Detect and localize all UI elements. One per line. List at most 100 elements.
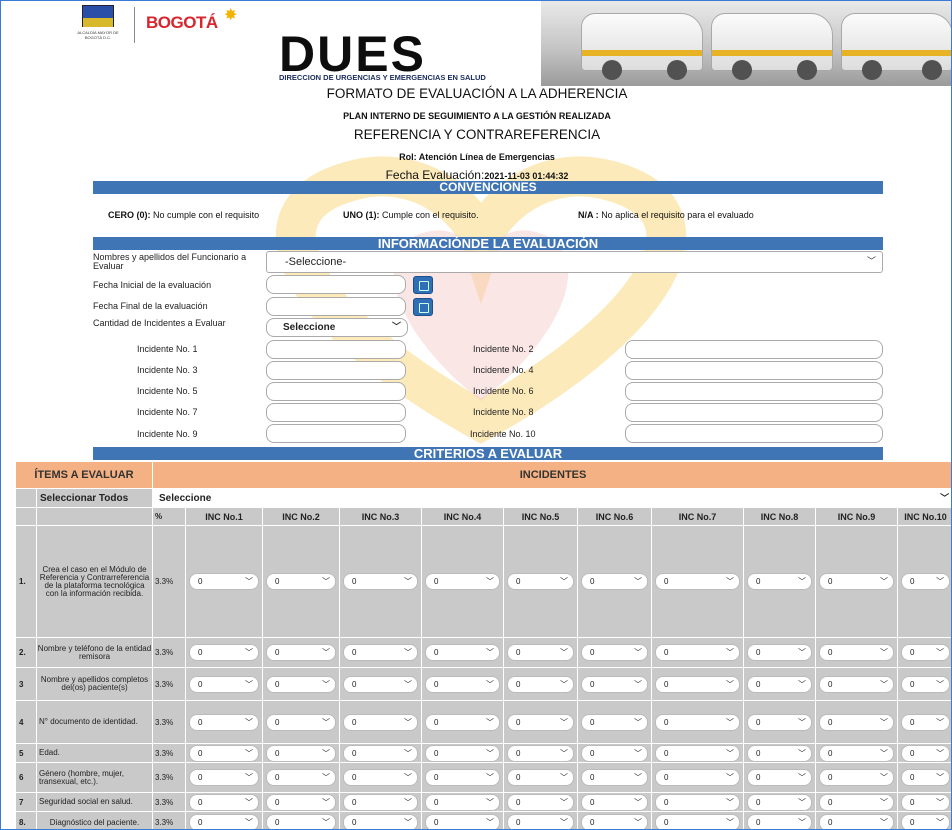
score-select[interactable]: 0 ﹀ [266,644,336,661]
incident-9-input[interactable] [266,424,406,443]
score-select[interactable]: 0 ﹀ [189,644,259,661]
score-select[interactable]: 0 ﹀ [655,675,740,693]
score-select[interactable]: 0 ﹀ [819,793,894,811]
score-select[interactable]: 0 ﹀ [189,744,259,762]
score-select[interactable]: 0 ﹀ [507,744,574,762]
start-date-input[interactable] [266,275,406,294]
score-select[interactable]: 0 ﹀ [655,744,740,762]
score-select[interactable]: 0 ﹀ [189,814,259,829]
score-select[interactable]: 0 ﹀ [655,793,740,811]
score-select[interactable]: 0 ﹀ [581,713,648,731]
score-select[interactable]: 0 ﹀ [425,644,500,661]
score-select[interactable]: 0 ﹀ [819,814,894,829]
score-select[interactable]: 0 ﹀ [189,573,259,590]
incident-10-input[interactable] [625,424,883,443]
score-select[interactable]: 0 ﹀ [507,675,574,693]
score-select[interactable]: 0 ﹀ [343,793,418,811]
incident-3-input[interactable] [266,361,406,380]
score-select[interactable]: 0 ﹀ [343,744,418,762]
score-select[interactable]: 0 ﹀ [425,744,500,762]
score-select[interactable]: 0 ﹀ [819,769,894,786]
score-select[interactable]: 0 ﹀ [819,644,894,661]
incident-4-input[interactable] [625,361,883,380]
score-select[interactable]: 0 ﹀ [425,713,500,731]
score-select[interactable]: 0 ﹀ [266,675,336,693]
score-select[interactable]: 0 ﹀ [655,644,740,661]
calendar-icon[interactable] [413,276,433,294]
score-select[interactable]: 0 ﹀ [581,814,648,829]
score-select[interactable]: 0 ﹀ [655,573,740,590]
incident-count-select[interactable]: Seleccione ﹀ [266,318,408,337]
score-select[interactable]: 0 ﹀ [343,814,418,829]
score-select[interactable]: 0 ﹀ [747,814,812,829]
score-select[interactable]: 0 ﹀ [655,769,740,786]
score-select[interactable]: 0 ﹀ [819,675,894,693]
score-select[interactable]: 0 ﹀ [189,675,259,693]
score-select[interactable]: 0 ﹀ [655,814,740,829]
score-select[interactable]: 0 ﹀ [901,713,951,731]
score-select[interactable]: 0 ﹀ [581,675,648,693]
score-select[interactable]: 0 ﹀ [189,769,259,786]
score-select[interactable]: 0 ﹀ [425,814,500,829]
score-select[interactable]: 0 ﹀ [819,713,894,731]
score-select[interactable]: 0 ﹀ [747,573,812,590]
score-select[interactable]: 0 ﹀ [747,793,812,811]
score-select[interactable]: 0 ﹀ [819,573,894,590]
score-select[interactable]: 0 ﹀ [343,675,418,693]
score-select[interactable]: 0 ﹀ [507,814,574,829]
score-select[interactable]: 0 ﹀ [343,644,418,661]
score-select[interactable]: 0 ﹀ [747,744,812,762]
score-select[interactable]: 0 ﹀ [343,769,418,786]
score-select[interactable]: 0 ﹀ [901,675,951,693]
score-select[interactable]: 0 ﹀ [266,744,336,762]
incident-1-input[interactable] [266,340,406,359]
score-select[interactable]: 0 ﹀ [819,744,894,762]
employee-select[interactable]: -Seleccione- ﹀ [266,251,883,273]
score-select[interactable]: 0 ﹀ [581,769,648,786]
criterion-percent: 3.3% [152,667,186,701]
score-select[interactable]: 0 ﹀ [581,793,648,811]
score-select[interactable]: 0 ﹀ [425,675,500,693]
score-select[interactable]: 0 ﹀ [343,713,418,731]
incident-6-input[interactable] [625,382,883,401]
score-select[interactable]: 0 ﹀ [266,814,336,829]
score-select[interactable]: 0 ﹀ [901,769,951,786]
score-select[interactable]: 0 ﹀ [507,573,574,590]
score-select[interactable]: 0 ﹀ [425,769,500,786]
score-select[interactable]: 0 ﹀ [901,814,951,829]
score-select[interactable]: 0 ﹀ [747,769,812,786]
score-select[interactable]: 0 ﹀ [901,644,951,661]
score-select[interactable]: 0 ﹀ [747,713,812,731]
score-select[interactable]: 0 ﹀ [343,573,418,590]
score-value: 0 [590,577,595,586]
score-select[interactable]: 0 ﹀ [747,675,812,693]
score-select[interactable]: 0 ﹀ [655,713,740,731]
score-select[interactable]: 0 ﹀ [507,713,574,731]
score-select[interactable]: 0 ﹀ [266,573,336,590]
score-select[interactable]: 0 ﹀ [901,573,951,590]
score-select[interactable]: 0 ﹀ [189,713,259,731]
score-select[interactable]: 0 ﹀ [189,793,259,811]
score-select[interactable]: 0 ﹀ [507,644,574,661]
select-all-select[interactable]: Seleccione ﹀ [153,489,951,507]
end-date-input[interactable] [266,297,406,316]
incident-7-input[interactable] [266,403,406,422]
score-select[interactable]: 0 ﹀ [901,744,951,762]
calendar-icon[interactable] [413,298,433,316]
score-value: 0 [516,818,521,827]
score-select[interactable]: 0 ﹀ [747,644,812,661]
score-select[interactable]: 0 ﹀ [507,769,574,786]
score-select[interactable]: 0 ﹀ [266,713,336,731]
score-select[interactable]: 0 ﹀ [425,793,500,811]
score-select[interactable]: 0 ﹀ [266,793,336,811]
score-select[interactable]: 0 ﹀ [581,644,648,661]
score-select[interactable]: 0 ﹀ [581,744,648,762]
score-select[interactable]: 0 ﹀ [507,793,574,811]
score-select[interactable]: 0 ﹀ [901,793,951,811]
score-select[interactable]: 0 ﹀ [425,573,500,590]
score-select[interactable]: 0 ﹀ [581,573,648,590]
incident-8-input[interactable] [625,403,883,422]
score-select[interactable]: 0 ﹀ [266,769,336,786]
incident-5-input[interactable] [266,382,406,401]
incident-2-input[interactable] [625,340,883,359]
